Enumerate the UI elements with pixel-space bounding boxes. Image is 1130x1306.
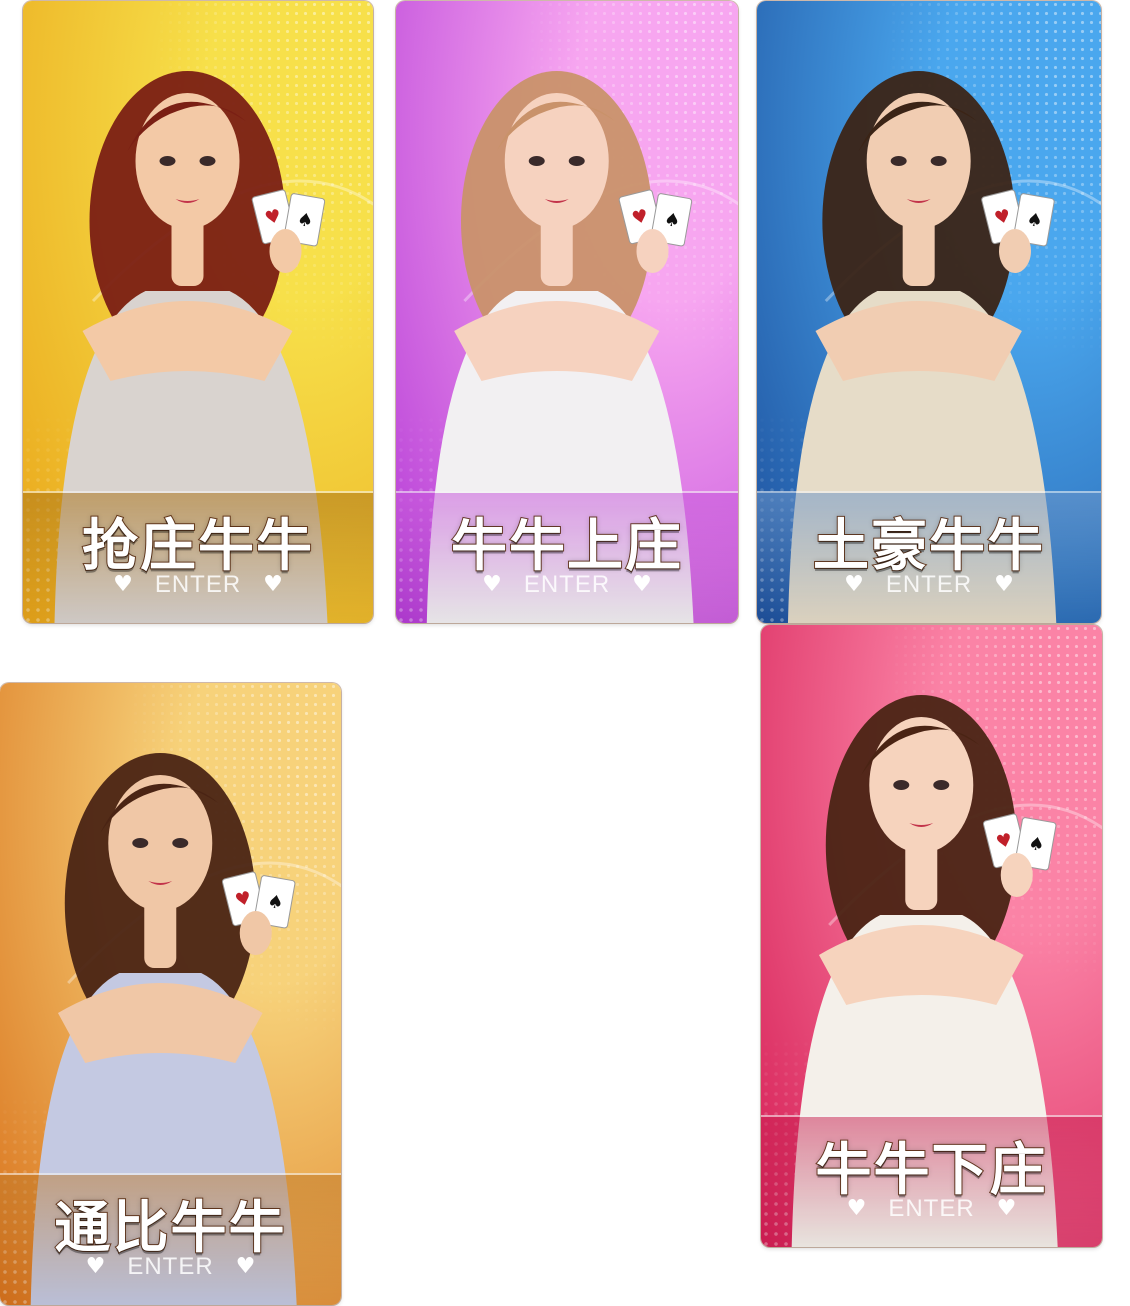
heart-icon: ♥ (85, 1254, 106, 1279)
card-banner: 牛牛下庄 ♥ ENTER ♥ (761, 1115, 1102, 1247)
enter-label: ENTER (885, 571, 973, 598)
game-card-qiangzhuang-niuniu[interactable]: ♥ ♠ 抢庄牛牛 ♥ ENTER ♥ (23, 1, 373, 623)
game-card-niuniu-shangzhuang[interactable]: ♥ ♠ 牛牛上庄 ♥ ENTER ♥ (396, 1, 738, 623)
card-banner: 抢庄牛牛 ♥ ENTER ♥ (23, 491, 373, 623)
enter-button[interactable]: ♥ ENTER ♥ (396, 571, 738, 599)
game-title: 土豪牛牛 (812, 513, 1045, 580)
heart-icon: ♥ (632, 572, 652, 597)
game-title: 牛牛上庄 (450, 513, 683, 580)
heart-icon: ♥ (846, 1196, 867, 1221)
enter-label: ENTER (154, 571, 242, 598)
enter-button[interactable]: ♥ ENTER ♥ (0, 1253, 341, 1281)
enter-button[interactable]: ♥ ENTER ♥ (761, 1195, 1102, 1223)
heart-icon: ♥ (263, 572, 283, 597)
heart-icon: ♥ (482, 572, 502, 597)
enter-button[interactable]: ♥ ENTER ♥ (23, 571, 373, 599)
heart-icon: ♥ (996, 1196, 1017, 1221)
heart-icon: ♥ (235, 1254, 256, 1279)
enter-label: ENTER (523, 571, 611, 598)
enter-button[interactable]: ♥ ENTER ♥ (757, 571, 1101, 599)
game-title: 通比牛牛 (54, 1195, 287, 1262)
card-banner: 通比牛牛 ♥ ENTER ♥ (0, 1173, 341, 1305)
card-banner: 牛牛上庄 ♥ ENTER ♥ (396, 491, 738, 623)
enter-label: ENTER (888, 1195, 975, 1222)
heart-icon: ♥ (844, 572, 864, 597)
enter-label: ENTER (127, 1253, 214, 1280)
game-card-niuniu-xiazhuang[interactable]: ♥ ♠ 牛牛下庄 ♥ ENTER ♥ (761, 625, 1102, 1247)
card-banner: 土豪牛牛 ♥ ENTER ♥ (757, 491, 1101, 623)
game-card-tongbi-niuniu[interactable]: ♥ ♠ 通比牛牛 ♥ ENTER ♥ (0, 683, 341, 1305)
heart-icon: ♥ (994, 572, 1014, 597)
heart-icon: ♥ (113, 572, 133, 597)
game-title: 牛牛下庄 (815, 1137, 1048, 1204)
game-title: 抢庄牛牛 (81, 513, 314, 580)
game-card-tuhao-niuniu[interactable]: ♥ ♠ 土豪牛牛 ♥ ENTER ♥ (757, 1, 1101, 623)
